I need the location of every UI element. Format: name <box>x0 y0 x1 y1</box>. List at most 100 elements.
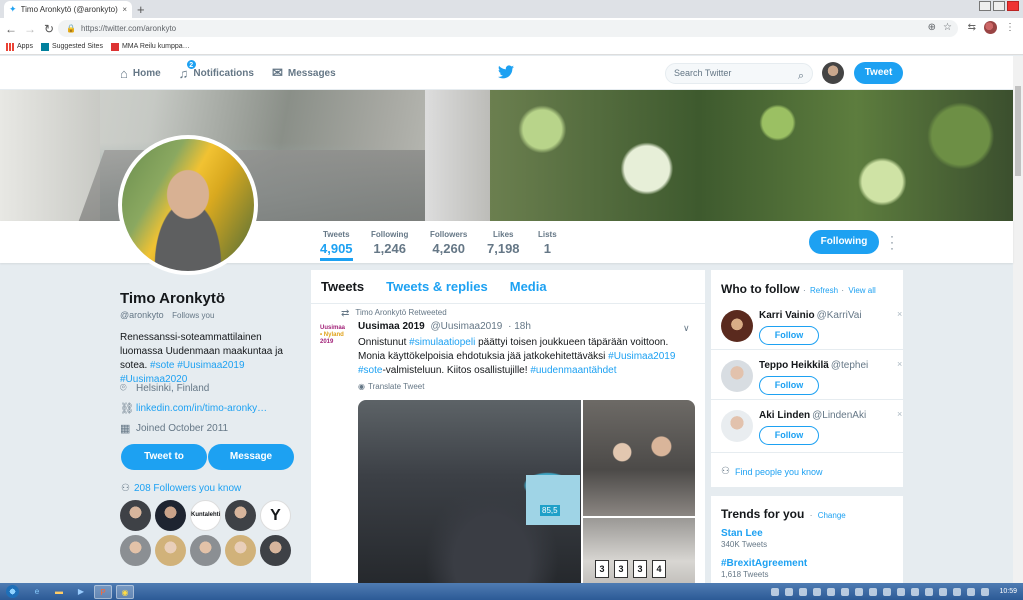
follower-avatar[interactable] <box>260 535 291 566</box>
profile-name[interactable]: Timo Aronkytö <box>120 290 225 307</box>
profile-avatar[interactable] <box>118 135 258 275</box>
trend-item[interactable]: #BrexitAgreement 1,618 Tweets <box>721 558 807 579</box>
follower-avatar[interactable] <box>155 500 186 531</box>
trend-item[interactable]: Stan Lee 340K Tweets <box>721 528 767 549</box>
follower-avatar[interactable] <box>120 535 151 566</box>
nav-messages[interactable]: ✉ Messages <box>272 65 336 81</box>
zoom-icon[interactable]: ⊕ <box>928 22 936 33</box>
dismiss-icon[interactable]: × <box>897 409 902 419</box>
following-button[interactable]: Following <box>809 230 879 254</box>
hashtag-link[interactable]: #Uusimaa2019 <box>608 351 675 362</box>
chrome-taskbar-icon[interactable]: ◉ <box>116 584 134 599</box>
hashtag-link[interactable]: #simulaatiopeli <box>409 337 475 348</box>
suggestion-avatar[interactable] <box>721 310 753 342</box>
follower-avatar[interactable]: Y <box>260 500 291 531</box>
dismiss-icon[interactable]: × <box>897 309 902 319</box>
explorer-taskbar-icon[interactable]: ▬ <box>50 585 68 599</box>
dismiss-icon[interactable]: × <box>897 359 902 369</box>
tray-icon[interactable] <box>981 587 990 596</box>
stat-followers[interactable]: Followers 4,260 <box>430 230 467 256</box>
scrollbar-thumb[interactable] <box>1015 86 1021 176</box>
bookmark-apps[interactable]: Apps <box>6 42 33 51</box>
tweet-photo[interactable]: 85,5 <box>358 400 581 583</box>
compose-tweet-button[interactable]: Tweet <box>854 62 903 84</box>
stat-tweets[interactable]: Tweets 4,905 <box>320 230 353 261</box>
tray-icon[interactable] <box>967 587 976 596</box>
tweet-menu-chevron-icon[interactable]: ∨ <box>683 323 690 334</box>
media-taskbar-icon[interactable]: ▶ <box>72 585 90 599</box>
hashtag-link[interactable]: #sote <box>150 360 174 371</box>
tray-icon[interactable] <box>855 587 864 596</box>
follower-avatar[interactable] <box>190 535 221 566</box>
tweet-photo[interactable] <box>583 400 695 516</box>
tray-icon[interactable] <box>771 587 780 596</box>
tray-icon[interactable] <box>939 587 948 596</box>
search-input[interactable]: Search Twitter ⌕ <box>665 63 813 84</box>
twitter-bird-icon[interactable] <box>498 65 514 79</box>
tweet-photo[interactable]: 3 3 3 4 <box>583 518 695 583</box>
bookmark-mma[interactable]: MMA Reilu kumppa… <box>110 42 190 51</box>
new-tab-button[interactable]: + <box>137 2 145 17</box>
message-button[interactable]: Message <box>208 444 294 470</box>
browser-menu-icon[interactable]: ⋮ <box>1005 22 1015 33</box>
page-scrollbar[interactable] <box>1013 56 1023 583</box>
tweet-time[interactable]: · 18h <box>508 321 531 332</box>
tweet-to-button[interactable]: Tweet to <box>121 444 207 470</box>
account-avatar[interactable] <box>822 62 844 84</box>
tab-tweets-replies[interactable]: Tweets & replies <box>386 279 488 294</box>
close-window-icon[interactable] <box>1007 1 1019 11</box>
address-bar[interactable]: 🔒 https://twitter.com/aronkyto ⊕ ☆ <box>58 20 958 37</box>
tray-icon[interactable] <box>785 587 794 596</box>
tab-media[interactable]: Media <box>510 279 547 294</box>
follower-avatar[interactable]: Kuntalehti <box>190 500 221 531</box>
tray-icon[interactable] <box>841 587 850 596</box>
tray-icon[interactable] <box>911 587 920 596</box>
follow-button[interactable]: Follow <box>759 376 819 395</box>
stat-likes[interactable]: Likes 7,198 <box>487 230 520 256</box>
find-people-link[interactable]: ⚇ Find people you know <box>721 466 823 477</box>
tweet-author-name[interactable]: Uusimaa 2019 <box>358 321 425 332</box>
stat-lists[interactable]: Lists 1 <box>538 230 557 256</box>
powerpoint-taskbar-icon[interactable]: P <box>94 584 112 599</box>
tray-icon[interactable] <box>799 587 808 596</box>
stat-following[interactable]: Following 1,246 <box>371 230 408 256</box>
hashtag-link[interactable]: #sote <box>358 365 382 376</box>
search-icon[interactable]: ⌕ <box>798 67 804 86</box>
follower-avatar[interactable] <box>155 535 186 566</box>
suggestion-avatar[interactable] <box>721 360 753 392</box>
nav-notifications[interactable]: ♫ 2 Notifications <box>179 58 254 81</box>
followers-you-know[interactable]: ⚇ 208 Followers you know <box>121 483 241 494</box>
minimize-icon[interactable] <box>979 1 991 11</box>
follower-avatar[interactable] <box>120 500 151 531</box>
more-options-icon[interactable]: · · · <box>890 230 896 254</box>
extension-icon[interactable]: ⇆ <box>968 22 976 33</box>
browser-profile-icon[interactable] <box>984 21 997 34</box>
view-all-link[interactable]: View all <box>848 286 875 295</box>
start-button[interactable] <box>0 583 24 600</box>
tweet-author-avatar[interactable]: Uusimaa • Nyland 2019 <box>320 325 352 357</box>
tray-icon[interactable] <box>869 587 878 596</box>
forward-icon[interactable]: → <box>22 22 38 36</box>
reload-icon[interactable]: ↻ <box>41 22 57 36</box>
follow-button[interactable]: Follow <box>759 426 819 445</box>
tray-icon[interactable] <box>925 587 934 596</box>
tweet-author-handle[interactable]: @Uusimaa2019 <box>431 321 503 332</box>
translate-tweet-link[interactable]: ◉ Translate Tweet <box>358 382 424 391</box>
tab-close-icon[interactable]: × <box>122 5 127 14</box>
tray-icon[interactable] <box>883 587 892 596</box>
bookmark-star-icon[interactable]: ☆ <box>943 22 952 33</box>
suggestion-avatar[interactable] <box>721 410 753 442</box>
back-icon[interactable]: ← <box>3 22 19 36</box>
nav-home[interactable]: ⌂ Home <box>120 66 161 81</box>
hashtag-link[interactable]: #uudenmaantähdet <box>530 365 616 376</box>
refresh-link[interactable]: Refresh <box>810 286 838 295</box>
change-trends-link[interactable]: Change <box>818 511 846 520</box>
tab-tweets[interactable]: Tweets <box>321 279 364 294</box>
tray-icon[interactable] <box>897 587 906 596</box>
follow-button[interactable]: Follow <box>759 326 819 345</box>
tray-icon[interactable] <box>813 587 822 596</box>
tray-icon[interactable] <box>953 587 962 596</box>
bookmark-suggested-sites[interactable]: Suggested Sites <box>40 42 103 51</box>
ie-taskbar-icon[interactable]: e <box>28 585 46 599</box>
taskbar-clock[interactable]: 10:59 <box>999 588 1017 595</box>
